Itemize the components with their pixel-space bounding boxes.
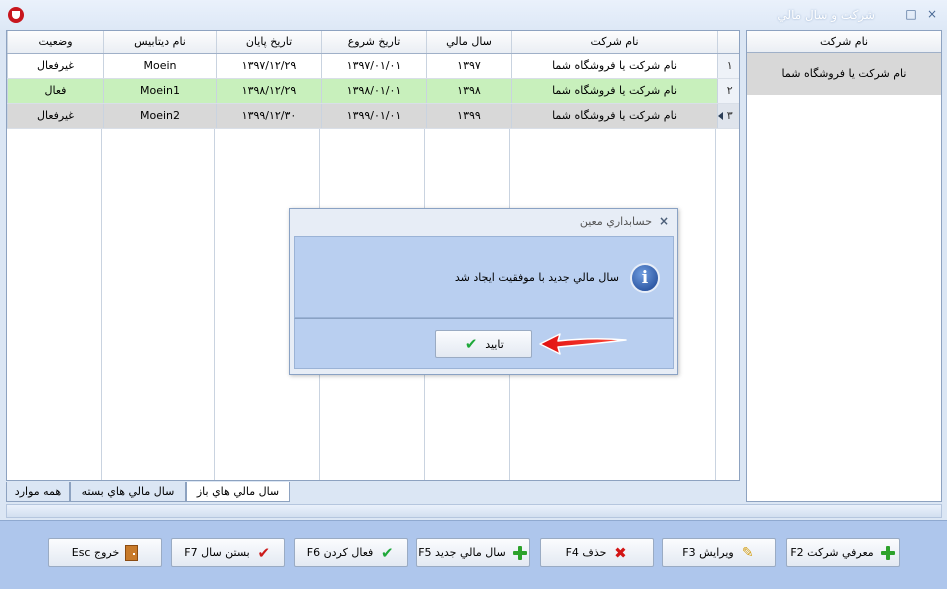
cell-database[interactable]: Moein1: [103, 78, 217, 104]
title-bar: شرکت و سال مالي □ ×: [0, 0, 947, 30]
cell-company[interactable]: نام شرکت یا فروشگاه شما: [511, 53, 718, 79]
grid-header-row: نام شرکت سال مالي تاريخ شروع تاريخ پايان…: [7, 31, 739, 54]
status-strip: [6, 504, 942, 518]
plus-icon: [880, 545, 896, 561]
button-label: سال مالي جديد F5: [418, 546, 506, 559]
door-icon: [125, 544, 139, 561]
button-label: خروج Esc: [71, 546, 120, 559]
info-icon: i: [630, 263, 660, 293]
table-row[interactable]: ۱ نام شرکت یا فروشگاه شما ۱۳۹۷ ۱۳۹۷/۰۱/۰…: [7, 53, 739, 79]
maximize-icon[interactable]: □: [903, 6, 919, 22]
ok-button[interactable]: تاييد ✔: [435, 330, 532, 358]
add-company-button[interactable]: معرفي شرکت F2: [786, 538, 900, 567]
bottom-toolbar: معرفي شرکت F2 ✎ ويرايش F3 ✖ حذف F4 سال م…: [0, 520, 947, 589]
cell-year[interactable]: ۱۳۹۷: [426, 53, 512, 79]
check-icon: ✔: [380, 543, 394, 562]
edit-button[interactable]: ✎ ويرايش F3: [662, 538, 776, 567]
table-row[interactable]: ۳ نام شرکت یا فروشگاه شما ۱۳۹۹ ۱۳۹۹/۰۱/۰…: [7, 103, 739, 129]
cell-end-date[interactable]: ۱۳۹۹/۱۲/۳۰: [216, 103, 322, 129]
column-divider: [715, 129, 716, 480]
column-divider: [214, 129, 215, 480]
window-title: شرکت و سال مالي: [777, 8, 875, 22]
column-header-company[interactable]: نام شرکت: [511, 31, 718, 54]
cell-database[interactable]: Moein: [103, 53, 217, 79]
button-label: تاييد: [485, 337, 504, 351]
row-index[interactable]: ۱: [717, 53, 739, 79]
tab-all[interactable]: همه موارد: [6, 482, 70, 502]
cell-end-date[interactable]: ۱۳۹۸/۱۲/۲۹: [216, 78, 322, 104]
button-label: حذف F4: [565, 546, 607, 559]
current-row-arrow-icon: [718, 111, 723, 120]
cell-database[interactable]: Moein2: [103, 103, 217, 129]
company-panel: نام شرکت نام شرکت یا فروشگاه شما: [746, 30, 942, 502]
tab-closed-years[interactable]: سال مالي هاي بسته: [70, 482, 186, 502]
button-label: معرفي شرکت F2: [790, 546, 874, 559]
cell-start-date[interactable]: ۱۳۹۹/۰۱/۰۱: [321, 103, 427, 129]
button-label: ويرايش F3: [682, 546, 734, 559]
cell-company[interactable]: نام شرکت یا فروشگاه شما: [511, 103, 718, 129]
button-label: بستن سال F7: [184, 546, 250, 559]
cell-status[interactable]: غيرفعال: [7, 53, 104, 79]
column-header-index[interactable]: [717, 31, 739, 54]
exit-button[interactable]: خروج Esc: [48, 538, 162, 567]
dialog-close-icon[interactable]: ×: [659, 214, 669, 228]
cell-year[interactable]: ۱۳۹۹: [426, 103, 512, 129]
grid-tabs: سال مالي هاي باز سال مالي هاي بسته همه م…: [6, 482, 740, 504]
column-header-status[interactable]: وضعيت: [7, 31, 104, 54]
column-header-year[interactable]: سال مالي: [426, 31, 512, 54]
column-divider: [101, 129, 102, 480]
cell-year[interactable]: ۱۳۹۸: [426, 78, 512, 104]
delete-button[interactable]: ✖ حذف F4: [540, 538, 654, 567]
cell-start-date[interactable]: ۱۳۹۷/۰۱/۰۱: [321, 53, 427, 79]
dialog-title-bar[interactable]: حسابداري معين ×: [290, 209, 677, 235]
new-fiscal-year-button[interactable]: سال مالي جديد F5: [416, 538, 530, 567]
column-header-database[interactable]: نام ديتابيس: [103, 31, 217, 54]
check-red-icon: ✔: [257, 543, 271, 562]
cell-status[interactable]: غيرفعال: [7, 103, 104, 129]
cell-end-date[interactable]: ۱۳۹۷/۱۲/۲۹: [216, 53, 322, 79]
column-header-end-date[interactable]: تاريخ پايان: [216, 31, 322, 54]
dialog-message: سال مالي جديد با موفقيت ايجاد شد: [454, 271, 619, 284]
activate-button[interactable]: ✔ فعال کردن F6: [294, 538, 408, 567]
pointer-arrow-icon: [539, 333, 627, 355]
column-header-start-date[interactable]: تاريخ شروع: [321, 31, 427, 54]
company-list-item[interactable]: نام شرکت یا فروشگاه شما: [747, 53, 941, 95]
dialog-body: i سال مالي جديد با موفقيت ايجاد شد: [294, 236, 674, 318]
dialog-title: حسابداري معين: [579, 215, 652, 228]
plus-icon: [512, 545, 528, 561]
cell-status[interactable]: فعال: [7, 78, 104, 104]
row-index[interactable]: ۳: [717, 103, 739, 129]
cell-start-date[interactable]: ۱۳۹۸/۰۱/۰۱: [321, 78, 427, 104]
x-icon: ✖: [614, 543, 627, 562]
pencil-icon: ✎: [741, 544, 754, 561]
row-index-label: ۳: [726, 109, 733, 122]
company-panel-header[interactable]: نام شرکت: [747, 31, 941, 53]
app-logo-icon[interactable]: [8, 7, 24, 23]
table-row[interactable]: ۲ نام شرکت یا فروشگاه شما ۱۳۹۸ ۱۳۹۸/۰۱/۰…: [7, 78, 739, 104]
button-label: فعال کردن F6: [306, 546, 374, 559]
close-icon[interactable]: ×: [924, 6, 940, 22]
row-index[interactable]: ۲: [717, 78, 739, 104]
check-icon: ✔: [464, 335, 478, 353]
close-year-button[interactable]: ✔ بستن سال F7: [171, 538, 285, 567]
cell-company[interactable]: نام شرکت یا فروشگاه شما: [511, 78, 718, 104]
tab-open-years[interactable]: سال مالي هاي باز: [186, 482, 290, 502]
